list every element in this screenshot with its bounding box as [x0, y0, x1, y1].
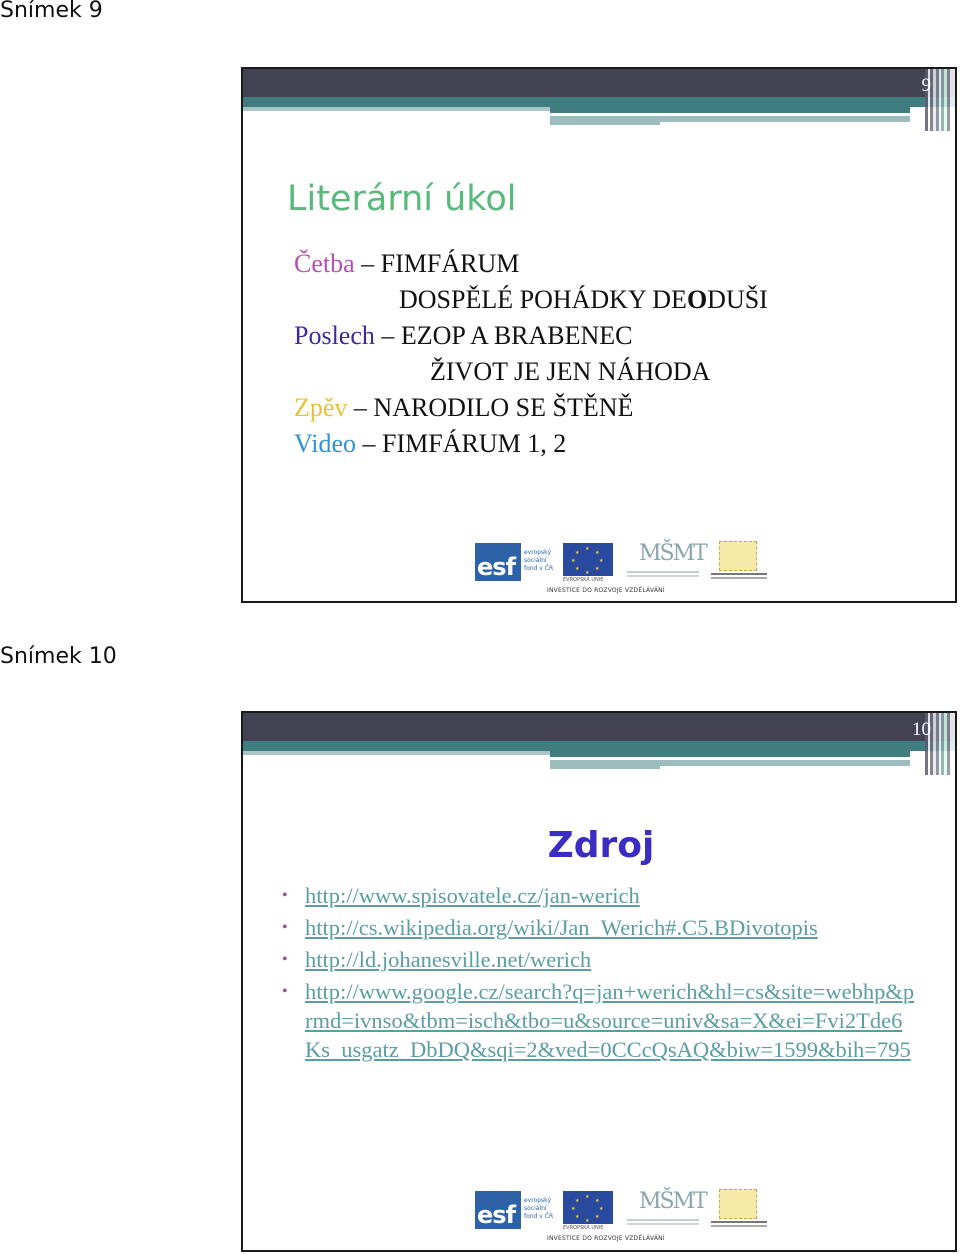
source-item: • http://ld.johanesville.net/werich	[277, 945, 917, 974]
bullet-icon: •	[282, 983, 288, 1000]
assignment-line-poslech: Poslech – EZOP A BRABENEC	[294, 321, 633, 350]
assignment-line-cetba: Četba – FIMFÁRUM	[294, 249, 520, 278]
assignment-line-video: Video – FIMFÁRUM 1, 2	[294, 429, 567, 458]
bullet-icon: •	[282, 919, 288, 936]
footer-logos: esf evropský sociální fond v ČR ★ ★ ★ ★ ★ ★ ★ ★…	[475, 1189, 767, 1249]
source-item: • http://www.google.cz/search?q=jan+weri…	[277, 977, 917, 1064]
slide-number: 9	[921, 75, 932, 96]
source-link[interactable]: http://www.spisovatele.cz/jan-werich	[305, 883, 640, 908]
category-video: Video	[294, 429, 356, 458]
work-title: EZOP A BRABENEC	[400, 321, 633, 350]
footer-slogan: INVESTICE DO ROZVOJE VZDĚLÁVÁNÍ	[547, 587, 665, 594]
source-item: • http://www.spisovatele.cz/jan-werich	[277, 881, 917, 910]
slide-label-10: Snímek 10	[0, 644, 117, 669]
work-title: FIMFÁRUM 1, 2	[381, 429, 567, 458]
slide-title: Literární úkol	[287, 179, 517, 219]
work-title: FIMFÁRUM	[380, 249, 520, 278]
slide-9: 9 Literární úkol Četba – FIMFÁRUM DOSPĚL…	[241, 67, 957, 603]
footer-logos: esf evropský sociální fond v ČR ★ ★ ★ ★ ★ ★ ★ ★…	[475, 541, 767, 601]
esf-logo: esf evropský sociální fond v ČR	[475, 541, 557, 583]
bullet-icon: •	[282, 951, 288, 968]
msmt-logo: MŠMT	[627, 541, 708, 583]
slide-title: Zdroj	[547, 825, 655, 866]
eu-flag-logo: ★ ★ ★ ★ ★ ★ ★ ★ EVROPSKÁ UNIE	[563, 1189, 615, 1231]
bullet-icon: •	[282, 887, 288, 904]
assignment-line-poslech-2: ŽIVOT JE JEN NÁHODA	[430, 357, 711, 386]
source-link[interactable]: http://ld.johanesville.net/werich	[305, 947, 591, 972]
esf-logo: esf evropský sociální fond v ČR	[475, 1189, 557, 1231]
category-poslech: Poslech	[294, 321, 375, 350]
source-link[interactable]: http://cs.wikipedia.org/wiki/Jan_Werich#…	[305, 915, 818, 940]
msmt-logo: MŠMT	[627, 1189, 708, 1231]
slide-number: 10	[912, 719, 931, 740]
slide-header: 9	[243, 69, 955, 133]
category-cetba: Četba	[294, 249, 355, 278]
slide-header: 10	[243, 713, 955, 777]
slide-10: 10 Zdroj • http://www.spisovatele.cz/jan…	[241, 711, 957, 1252]
op-vk-logo	[711, 541, 767, 583]
source-list: • http://www.spisovatele.cz/jan-werich •…	[277, 881, 917, 1067]
footer-slogan: INVESTICE DO ROZVOJE VZDĚLÁVÁNÍ	[547, 1235, 665, 1242]
assignment-line-cetba-2: DOSPĚLÉ POHÁDKY DEODUŠI	[399, 285, 768, 314]
eu-flag-logo: ★ ★ ★ ★ ★ ★ ★ ★ EVROPSKÁ UNIE	[563, 541, 615, 583]
source-item: • http://cs.wikipedia.org/wiki/Jan_Weric…	[277, 913, 917, 942]
slide-label-9: Snímek 9	[0, 0, 103, 23]
source-link[interactable]: http://www.google.cz/search?q=jan+werich…	[305, 979, 914, 1062]
category-zpev: Zpěv	[294, 393, 348, 422]
op-vk-logo	[711, 1189, 767, 1231]
assignment-line-zpev: Zpěv – NARODILO SE ŠTĚNĚ	[294, 393, 634, 422]
work-title: NARODILO SE ŠTĚNĚ	[373, 393, 634, 422]
